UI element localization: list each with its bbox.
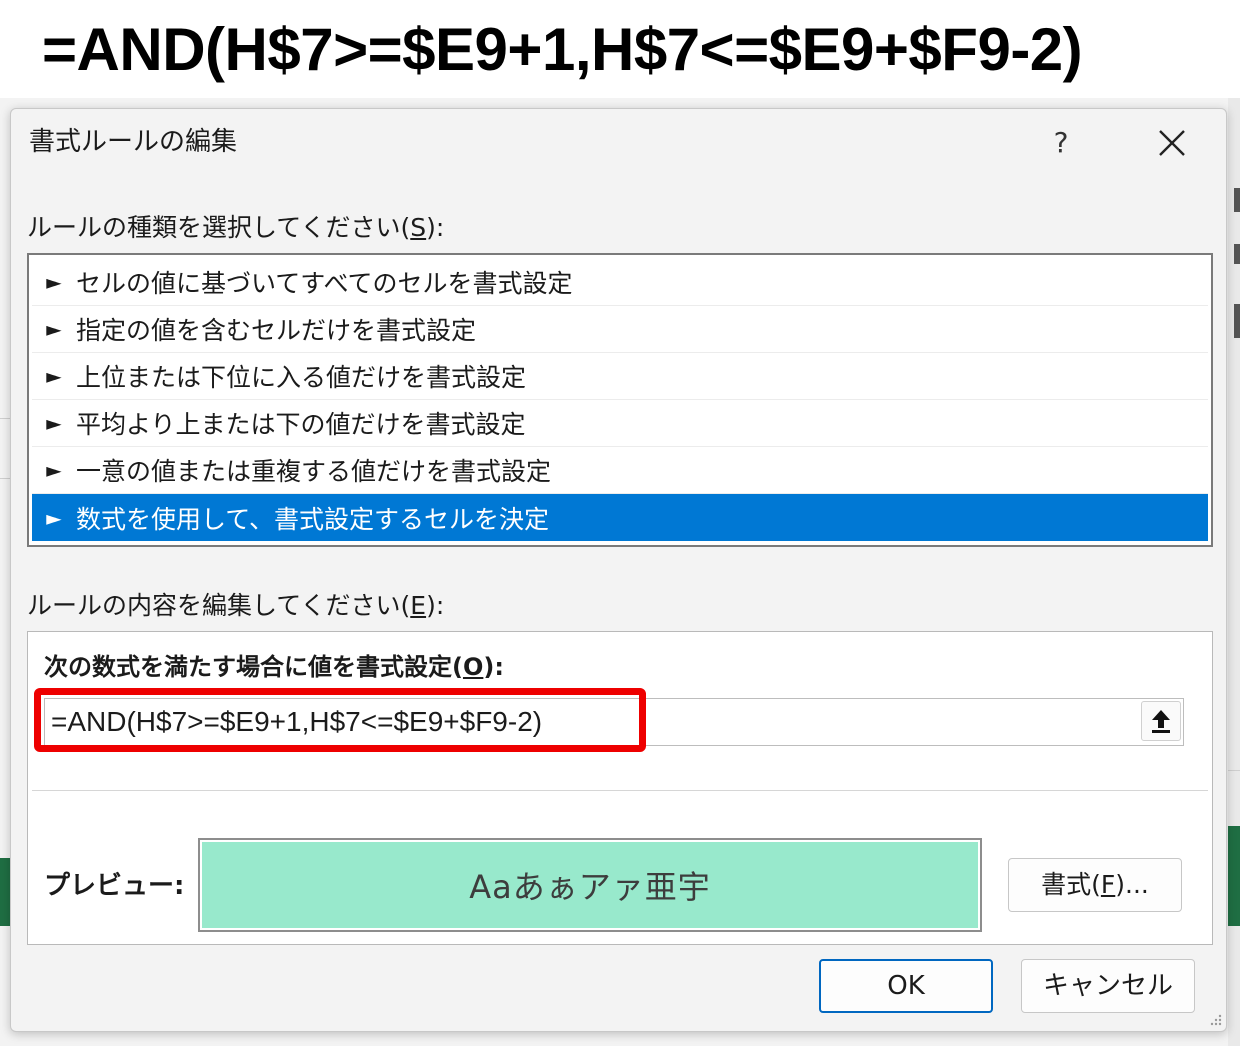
help-button[interactable]: ?: [1041, 123, 1081, 163]
rule-type-item[interactable]: ► 一意の値または重複する値だけを書式設定: [32, 447, 1208, 494]
close-icon: [1159, 130, 1185, 156]
background-sheet-tab: [1228, 826, 1240, 926]
triangle-right-icon: ►: [46, 270, 62, 294]
triangle-right-icon: ►: [46, 505, 62, 530]
banner-formula: =AND(H$7>=$E9+1,H$7<=$E9+$F9-2): [42, 16, 1083, 83]
preview-box: Aaあぁアァ亜宇: [198, 838, 982, 932]
rule-type-label: ルールの種類を選択してください(S):: [27, 213, 445, 242]
triangle-right-icon: ►: [46, 411, 62, 435]
resize-grip-icon: [1210, 1014, 1222, 1026]
close-button[interactable]: [1149, 123, 1195, 163]
triangle-right-icon: ►: [46, 364, 62, 388]
triangle-right-icon: ►: [46, 317, 62, 341]
cancel-button[interactable]: キャンセル: [1021, 959, 1195, 1013]
upload-arrow-icon: [1152, 710, 1170, 733]
formula-highlight-box: [34, 688, 646, 752]
background-gridline: [1228, 770, 1240, 771]
edit-formatting-rule-dialog: 書式ルールの編集 ? ルールの種類を選択してください(S): ► セルの値に基づ…: [10, 108, 1227, 1032]
rule-type-item[interactable]: ► セルの値に基づいてすべてのセルを書式設定: [32, 259, 1208, 306]
background-sheet-tab: [0, 858, 10, 926]
background-gridline: [0, 418, 10, 419]
ok-button[interactable]: OK: [819, 959, 993, 1013]
rule-type-item[interactable]: ► 指定の値を含むセルだけを書式設定: [32, 306, 1208, 353]
rule-content-panel: 次の数式を満たす場合に値を書式設定(O): =AND(H$7>=$E9+1,H$…: [27, 631, 1213, 945]
preview-fill: Aaあぁアァ亜宇: [202, 842, 978, 928]
preview-label: プレビュー:: [44, 871, 185, 901]
preview-text: Aaあぁアァ亜宇: [469, 868, 711, 906]
rule-type-list[interactable]: ► セルの値に基づいてすべてのセルを書式設定 ► 指定の値を含むセルだけを書式設…: [27, 253, 1213, 547]
collapse-dialog-button[interactable]: [1141, 701, 1181, 741]
resize-grip[interactable]: [1207, 1011, 1223, 1027]
triangle-right-icon: ►: [46, 458, 62, 482]
rule-content-label: ルールの内容を編集してください(E):: [27, 591, 445, 620]
rule-type-item[interactable]: ► 平均より上または下の値だけを書式設定: [32, 400, 1208, 447]
format-button[interactable]: 書式(F)...: [1008, 858, 1182, 912]
formula-banner: =AND(H$7>=$E9+1,H$7<=$E9+$F9-2): [0, 0, 1240, 98]
panel-separator: [32, 790, 1208, 791]
rule-type-item[interactable]: ► 上位または下位に入る値だけを書式設定: [32, 353, 1208, 400]
formula-label: 次の数式を満たす場合に値を書式設定(O):: [44, 653, 504, 681]
dialog-title: 書式ルールの編集: [29, 127, 238, 157]
rule-type-item-selected[interactable]: ► 数式を使用して、書式設定するセルを決定: [32, 494, 1208, 541]
background-gridline: [0, 478, 10, 479]
